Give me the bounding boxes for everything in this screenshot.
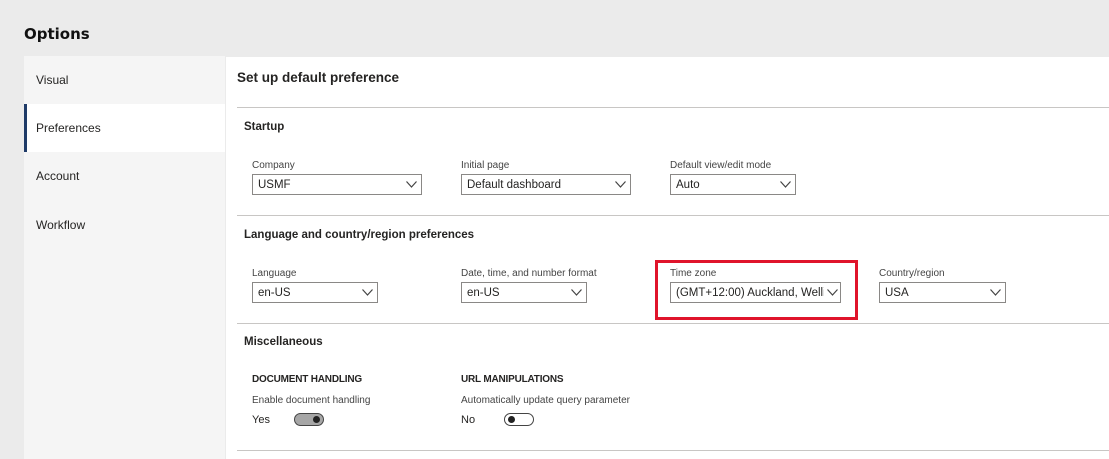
initial-page-value: Default dashboard <box>467 178 561 191</box>
sidebar-item-workflow[interactable]: Workflow <box>24 201 225 249</box>
section-divider <box>237 215 1109 216</box>
chevron-down-icon <box>610 175 630 194</box>
country-label: Country/region <box>879 268 945 279</box>
url-update-state: No <box>461 414 476 426</box>
chevron-down-icon <box>775 175 795 194</box>
time-zone-highlight <box>655 260 858 320</box>
page-title: Options <box>24 25 90 43</box>
section-divider <box>237 107 1109 108</box>
company-dropdown[interactable]: USMF <box>252 174 422 195</box>
url-update-toggle[interactable] <box>504 413 534 426</box>
view-mode-label: Default view/edit mode <box>670 160 772 171</box>
company-value: USMF <box>258 178 291 191</box>
initial-page-label: Initial page <box>461 160 510 171</box>
sidebar: Visual Preferences Account Workflow <box>24 56 225 459</box>
content-title: Set up default preference <box>237 70 400 85</box>
sidebar-item-visual[interactable]: Visual <box>24 56 225 104</box>
country-value: USA <box>885 286 909 299</box>
section-divider <box>237 450 1109 451</box>
sidebar-item-label: Account <box>36 169 80 183</box>
startup-heading: Startup <box>244 121 285 133</box>
language-label: Language <box>252 268 297 279</box>
document-handling-state: Yes <box>252 414 270 426</box>
document-handling-heading: DOCUMENT HANDLING <box>252 374 362 385</box>
toggle-knob <box>313 416 320 423</box>
url-update-label: Automatically update query parameter <box>461 395 630 406</box>
language-value: en-US <box>258 286 291 299</box>
sidebar-item-label: Preferences <box>36 121 101 135</box>
content-panel: Set up default preference Startup Compan… <box>226 57 1109 459</box>
url-manipulations-heading: URL MANIPULATIONS <box>461 374 564 385</box>
view-mode-value: Auto <box>676 178 700 191</box>
language-dropdown[interactable]: en-US <box>252 282 378 303</box>
language-heading: Language and country/region preferences <box>244 229 475 241</box>
misc-heading: Miscellaneous <box>244 336 323 348</box>
chevron-down-icon <box>566 283 586 302</box>
view-mode-dropdown[interactable]: Auto <box>670 174 796 195</box>
format-dropdown[interactable]: en-US <box>461 282 587 303</box>
sidebar-item-label: Visual <box>36 73 69 87</box>
chevron-down-icon <box>357 283 377 302</box>
chevron-down-icon <box>401 175 421 194</box>
company-label: Company <box>252 160 295 171</box>
sidebar-item-preferences[interactable]: Preferences <box>24 104 225 152</box>
section-divider <box>237 323 1109 324</box>
country-dropdown[interactable]: USA <box>879 282 1006 303</box>
document-handling-toggle[interactable] <box>294 413 324 426</box>
sidebar-item-account[interactable]: Account <box>24 152 225 200</box>
sidebar-item-label: Workflow <box>36 218 86 232</box>
format-label: Date, time, and number format <box>461 268 597 279</box>
format-value: en-US <box>467 286 500 299</box>
initial-page-dropdown[interactable]: Default dashboard <box>461 174 631 195</box>
toggle-knob <box>508 416 515 423</box>
document-handling-label: Enable document handling <box>252 395 371 406</box>
chevron-down-icon <box>985 283 1005 302</box>
